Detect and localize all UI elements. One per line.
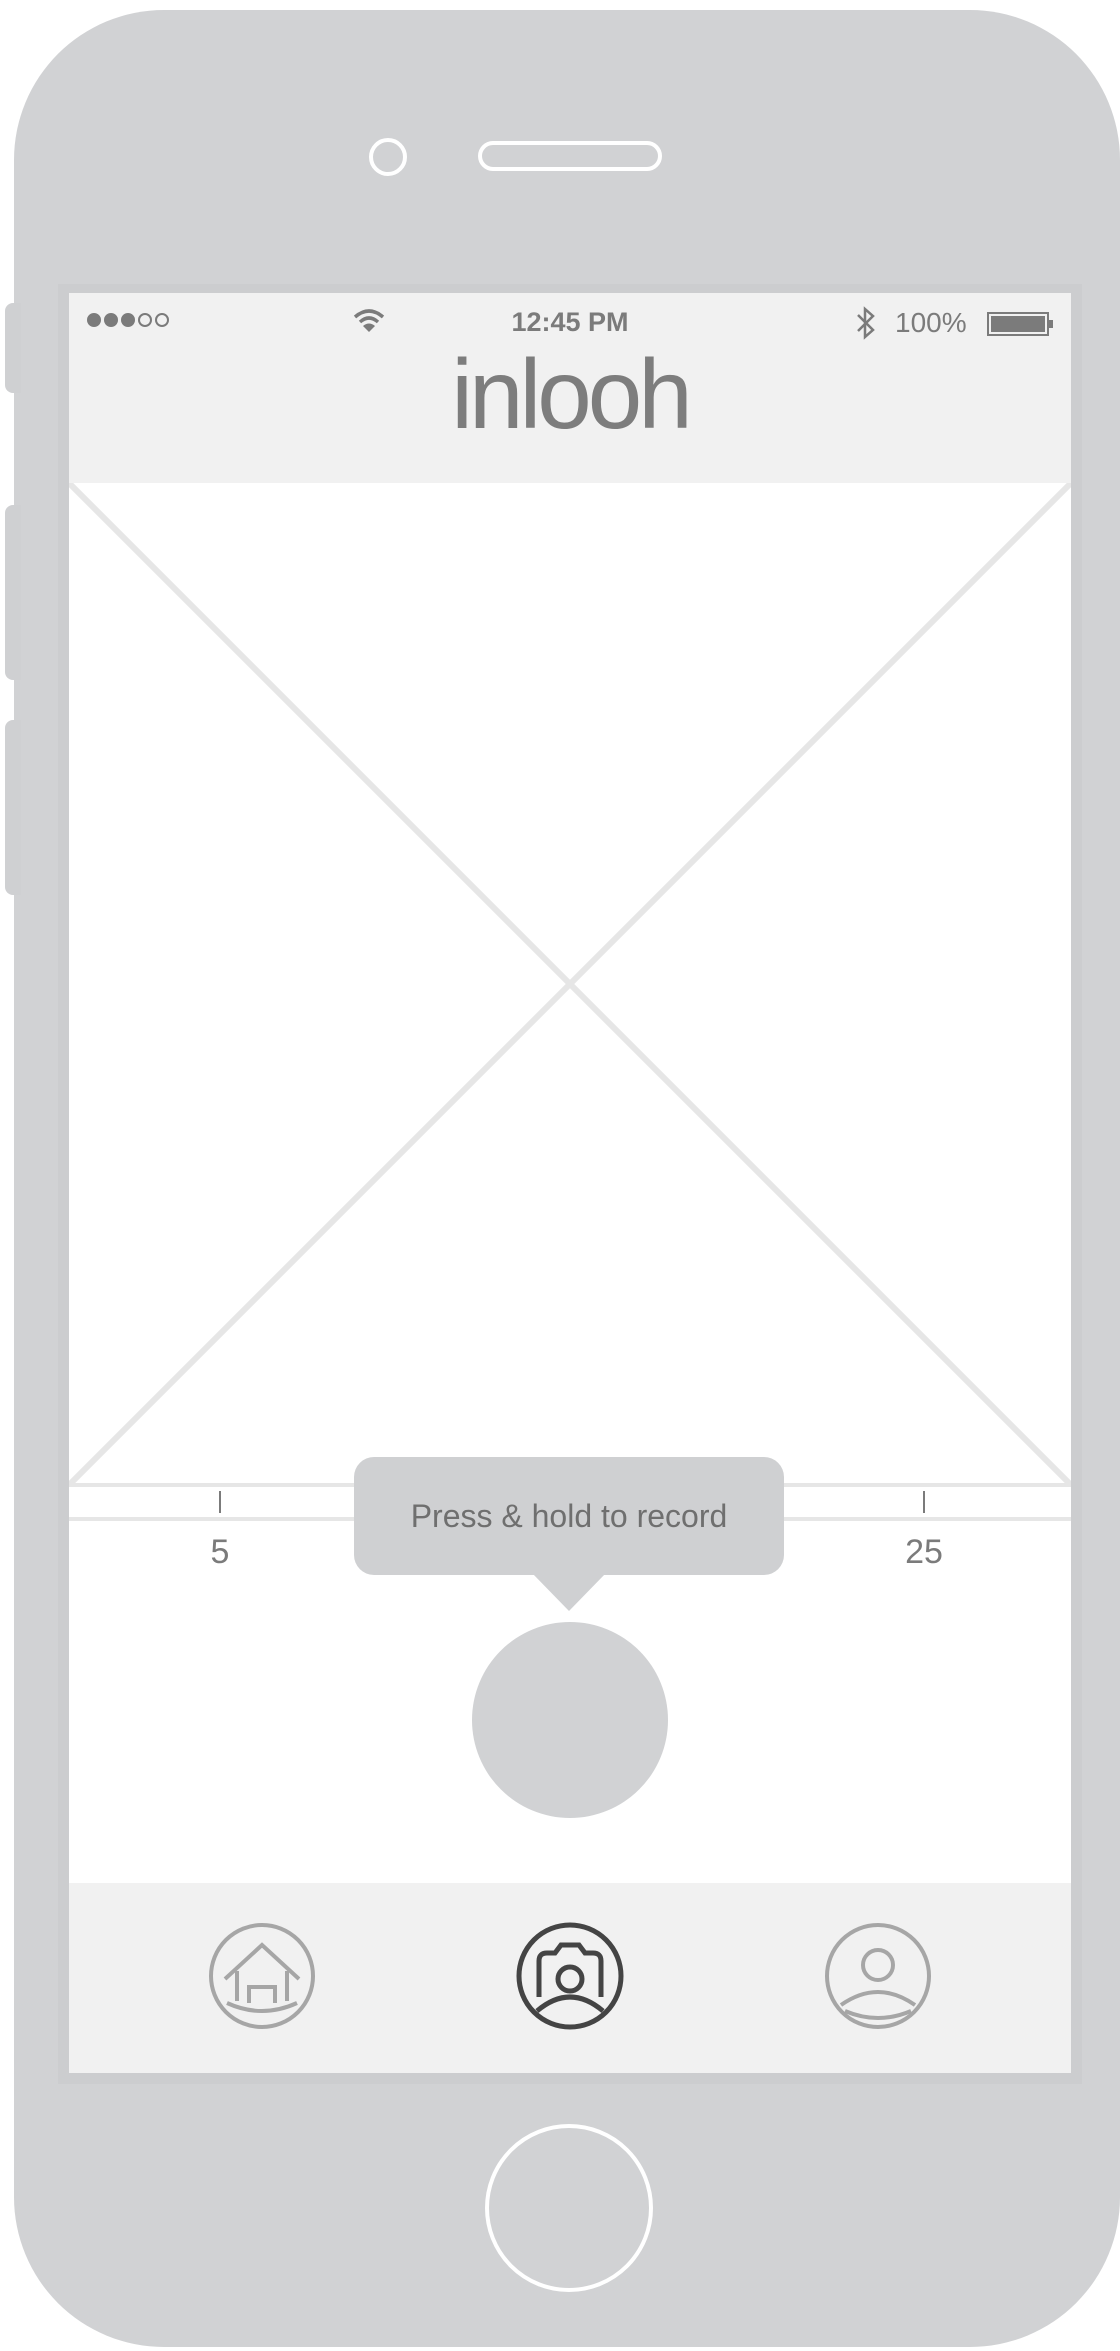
bluetooth-icon [857, 306, 875, 340]
camera-icon[interactable] [515, 1921, 625, 2031]
app-logo: inlooh [451, 339, 693, 449]
slider-tick-label: 5 [210, 1533, 230, 1571]
tooltip-arrow [532, 1573, 606, 1611]
media-placeholder-image [69, 483, 1071, 1485]
slider-tick [923, 1491, 925, 1513]
slider-tick-label: 25 [905, 1533, 943, 1571]
app-screen: 12:45 PM 100% inlooh 5 25 Press & hold t… [69, 293, 1071, 2073]
record-button[interactable] [472, 1622, 668, 1818]
volume-down-button [5, 720, 21, 895]
battery-icon [987, 312, 1053, 336]
volume-up-button [5, 505, 21, 680]
app-header: 12:45 PM 100% inlooh [69, 293, 1071, 483]
battery-percentage: 100% [895, 307, 967, 338]
slider-tick [219, 1491, 221, 1513]
status-bar: 12:45 PM 100% [69, 293, 1071, 343]
record-hint-tooltip: Press & hold to record [354, 1457, 784, 1575]
front-camera [369, 138, 407, 176]
tab-bar [69, 1883, 1071, 2073]
home-icon[interactable] [207, 1921, 317, 2031]
earpiece-speaker [478, 141, 662, 171]
ringer-switch [5, 303, 21, 393]
profile-icon[interactable] [823, 1921, 933, 2031]
home-button[interactable] [485, 2124, 653, 2292]
